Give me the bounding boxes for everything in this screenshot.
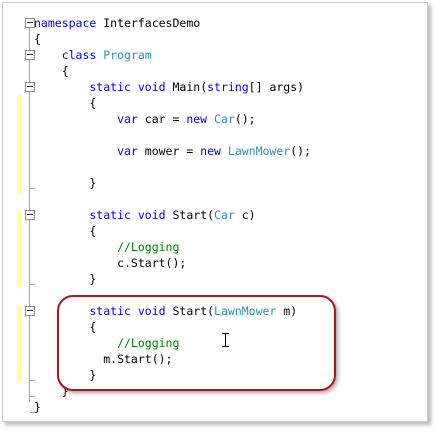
code-line: }	[34, 176, 96, 192]
keyword-token: new	[186, 112, 208, 126]
keyword-token: string	[207, 80, 249, 94]
code-line: //Logging	[34, 240, 179, 256]
code-token: }	[34, 400, 41, 414]
type-token: Car	[214, 112, 235, 126]
code-editor[interactable]: namespace InterfacesDemo{ class Program …	[3, 3, 427, 421]
code-line: {	[34, 96, 96, 112]
keyword-token: void	[137, 208, 166, 222]
code-line: {	[34, 64, 69, 80]
changed-lines-bar-1	[17, 95, 22, 193]
type-token: Program	[103, 48, 152, 62]
keyword-token: namespace	[34, 16, 97, 30]
code-token: Start(	[165, 208, 215, 222]
code-line: static void Main(string[] args)	[34, 80, 304, 96]
keyword-token: var	[34, 112, 138, 126]
code-line: }	[34, 400, 41, 416]
code-line: }	[34, 272, 96, 288]
code-line: {	[34, 224, 96, 240]
changed-lines-bar-3	[17, 305, 22, 381]
comment-token: //Logging	[34, 240, 180, 254]
code-line: namespace InterfacesDemo	[34, 16, 200, 32]
code-token: }	[34, 176, 97, 190]
keyword-token: static	[34, 208, 131, 222]
code-token: }	[34, 272, 97, 286]
text-ibeam-cursor-icon	[222, 333, 229, 347]
code-token: Main(	[165, 80, 208, 94]
code-token: c.Start();	[34, 256, 187, 270]
code-token: InterfacesDemo	[96, 16, 201, 30]
keyword-token: new	[200, 144, 221, 158]
keyword-token: class	[34, 48, 97, 62]
code-token: car =	[137, 112, 187, 126]
keyword-token: var	[34, 144, 138, 158]
code-token: mower =	[137, 144, 201, 158]
code-line: var mower = new LawnMower();	[34, 144, 311, 160]
code-token: {	[34, 32, 41, 46]
type-token: LawnMower	[227, 144, 291, 158]
code-token: ();	[290, 144, 311, 158]
keyword-token: static	[34, 80, 131, 94]
code-line: var car = new Car();	[34, 112, 256, 128]
code-token: ();	[234, 112, 256, 126]
keyword-token: void	[137, 80, 166, 94]
code-token: {	[34, 96, 97, 110]
screenshot-frame: namespace InterfacesDemo{ class Program …	[2, 2, 428, 422]
code-token: {	[34, 224, 97, 238]
code-token: c)	[234, 208, 256, 222]
code-line: {	[34, 32, 41, 48]
code-token: {	[34, 64, 69, 78]
code-line: class Program	[34, 48, 152, 64]
code-line: static void Start(Car c)	[34, 208, 256, 224]
code-line: c.Start();	[34, 256, 186, 272]
type-token: Car	[214, 208, 235, 222]
code-token: [] args)	[248, 80, 305, 94]
highlight-annotation	[57, 295, 336, 391]
changed-lines-bar-2	[17, 211, 22, 287]
